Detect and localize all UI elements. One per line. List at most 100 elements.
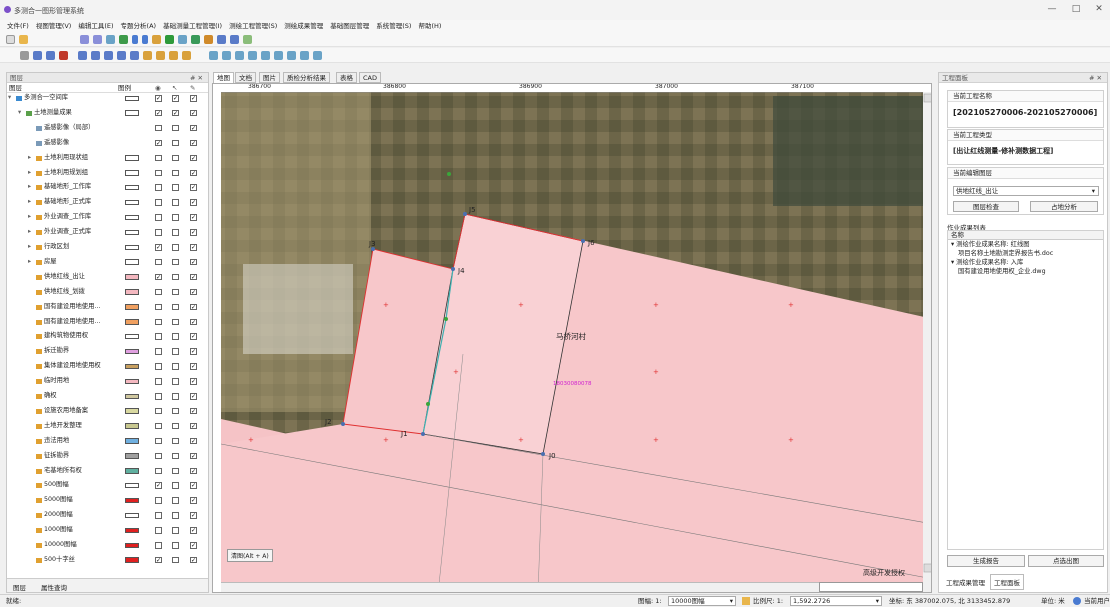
- pan-icon[interactable]: [106, 35, 116, 44]
- selectable-checkbox[interactable]: [172, 437, 179, 445]
- layer-row[interactable]: 土地开发整理 ✓: [7, 422, 217, 431]
- editable-checkbox[interactable]: ✓: [190, 422, 197, 430]
- selectable-checkbox[interactable]: [172, 527, 179, 534]
- menu-analysis[interactable]: 专题分析(A): [121, 20, 157, 32]
- editable-checkbox[interactable]: ✓: [190, 482, 197, 489]
- vertex-point[interactable]: [421, 432, 425, 436]
- visible-checkbox[interactable]: [155, 169, 162, 176]
- map-vscroll[interactable]: [923, 92, 932, 593]
- snap-icon[interactable]: [261, 51, 271, 60]
- visible-checkbox[interactable]: [155, 467, 162, 474]
- vertex-point[interactable]: [463, 212, 467, 216]
- selectable-checkbox[interactable]: [172, 214, 179, 221]
- selectable-checkbox[interactable]: [172, 124, 179, 132]
- selectable-checkbox[interactable]: [172, 482, 179, 489]
- layer-row[interactable]: 国有建设用地使用... ✓: [7, 303, 217, 312]
- tab-image[interactable]: 图片: [259, 72, 280, 83]
- editable-checkbox[interactable]: ✓: [190, 378, 197, 385]
- layer-row[interactable]: ▸ 外业调查_工作库 ✓: [7, 213, 217, 222]
- zoom-in-icon[interactable]: [80, 35, 90, 44]
- tab-attribute-query[interactable]: 属性查询: [41, 582, 67, 592]
- paste-icon[interactable]: [117, 51, 126, 60]
- layer-row[interactable]: ▾ 多测合一空间库 ✓ ✓ ✓: [7, 94, 217, 103]
- mid-vertex-point[interactable]: [447, 172, 451, 176]
- menu-base-survey[interactable]: 基础测量工程管理(I): [163, 20, 222, 32]
- tab-project-result-mgmt[interactable]: 工程成果管理: [944, 576, 987, 588]
- minimize-button[interactable]: —: [1045, 4, 1059, 16]
- layer-row[interactable]: 1000图幅 ✓: [7, 526, 217, 535]
- mid-vertex-point[interactable]: [426, 402, 430, 406]
- selectable-checkbox[interactable]: [172, 273, 179, 281]
- selectable-checkbox[interactable]: [172, 258, 179, 266]
- expand-icon[interactable]: ▸: [28, 228, 31, 237]
- expand-icon[interactable]: ▾: [8, 94, 11, 103]
- layer-panel-pin-close[interactable]: # ✕: [190, 73, 203, 83]
- editable-checkbox[interactable]: ✓: [190, 363, 197, 370]
- selectable-checkbox[interactable]: [172, 318, 179, 325]
- vertex-point[interactable]: [451, 267, 455, 271]
- editable-checkbox[interactable]: ✓: [190, 407, 197, 415]
- star2-icon[interactable]: [156, 51, 165, 60]
- selectable-checkbox[interactable]: [172, 184, 179, 191]
- editable-checkbox[interactable]: ✓: [190, 229, 197, 236]
- tab-table[interactable]: 表格: [336, 72, 357, 83]
- expand-icon[interactable]: ▸: [28, 169, 31, 178]
- menu-base-layer[interactable]: 基础图层管理: [330, 20, 369, 32]
- selectable-checkbox[interactable]: [172, 229, 179, 236]
- hand-icon[interactable]: [243, 35, 253, 44]
- layer-row[interactable]: 拆迁勘界 ✓: [7, 347, 217, 356]
- open-folder-icon[interactable]: [19, 35, 28, 44]
- visible-checkbox[interactable]: [155, 527, 162, 534]
- layer-row[interactable]: 国有建设用地使用... ✓: [7, 318, 217, 327]
- editable-checkbox[interactable]: ✓: [190, 95, 197, 102]
- vertex-point[interactable]: [581, 239, 585, 243]
- visible-checkbox[interactable]: [155, 229, 162, 236]
- visible-checkbox[interactable]: [155, 422, 162, 430]
- visible-checkbox[interactable]: [155, 124, 162, 132]
- selectable-checkbox[interactable]: ✓: [172, 109, 179, 117]
- merge-icon[interactable]: [274, 51, 284, 60]
- layer-row[interactable]: 设施农用地备案 ✓: [7, 407, 217, 416]
- identify-icon[interactable]: [217, 35, 227, 44]
- editable-checkbox[interactable]: ✓: [190, 214, 197, 221]
- menu-view[interactable]: 视图管理(V): [36, 20, 72, 32]
- target-icon[interactable]: [46, 51, 55, 60]
- forward-icon[interactable]: [142, 35, 149, 44]
- measure-icon[interactable]: [178, 35, 188, 44]
- layer-row[interactable]: 500图幅 ✓ ✓: [7, 481, 217, 490]
- layer-row[interactable]: 违法用地 ✓: [7, 437, 217, 446]
- editable-checkbox[interactable]: ✓: [190, 318, 197, 325]
- selectable-checkbox[interactable]: [172, 497, 179, 504]
- selectable-checkbox[interactable]: [172, 512, 179, 519]
- tab-cad[interactable]: CAD: [359, 72, 381, 83]
- layer-icon[interactable]: [204, 35, 214, 44]
- selectable-checkbox[interactable]: [172, 378, 179, 385]
- editable-checkbox[interactable]: ✓: [190, 393, 197, 400]
- selectable-checkbox[interactable]: [172, 333, 179, 340]
- editable-checkbox[interactable]: ✓: [190, 244, 197, 251]
- map-vscroll-down[interactable]: [923, 563, 932, 573]
- layer-row[interactable]: 宅基地所有权 ✓: [7, 467, 217, 476]
- refresh-icon[interactable]: [191, 35, 201, 44]
- visible-checkbox[interactable]: [155, 333, 162, 340]
- layer-row[interactable]: 500十字丝 ✓ ✓: [7, 556, 217, 565]
- selectable-checkbox[interactable]: ✓: [172, 95, 179, 102]
- editable-checkbox[interactable]: ✓: [190, 154, 197, 162]
- editable-checkbox[interactable]: ✓: [190, 542, 197, 549]
- layer-row[interactable]: ▸ 房屋 ✓: [7, 258, 217, 267]
- scale-input[interactable]: 1,592.2726 ▾: [790, 596, 882, 606]
- visible-checkbox[interactable]: [155, 452, 162, 460]
- visible-checkbox[interactable]: [155, 214, 162, 221]
- selectable-checkbox[interactable]: [172, 393, 179, 400]
- draw-poly-icon[interactable]: [235, 51, 245, 60]
- project-panel-pin-close[interactable]: # ✕: [1089, 73, 1102, 83]
- vertex-point[interactable]: [541, 452, 545, 456]
- expand-icon[interactable]: ▸: [28, 243, 31, 252]
- menu-file[interactable]: 文件(F): [7, 20, 29, 32]
- draw-line-icon[interactable]: [222, 51, 232, 60]
- select-icon[interactable]: [230, 35, 240, 44]
- map-vscroll-up[interactable]: [923, 93, 932, 103]
- expand-icon[interactable]: ▾: [18, 109, 21, 118]
- selectable-checkbox[interactable]: [172, 139, 179, 147]
- copy-icon[interactable]: [104, 51, 113, 60]
